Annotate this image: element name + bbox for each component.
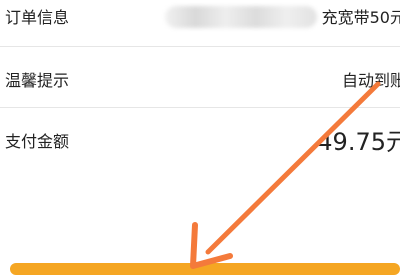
arrow-annotation-icon bbox=[190, 81, 381, 269]
